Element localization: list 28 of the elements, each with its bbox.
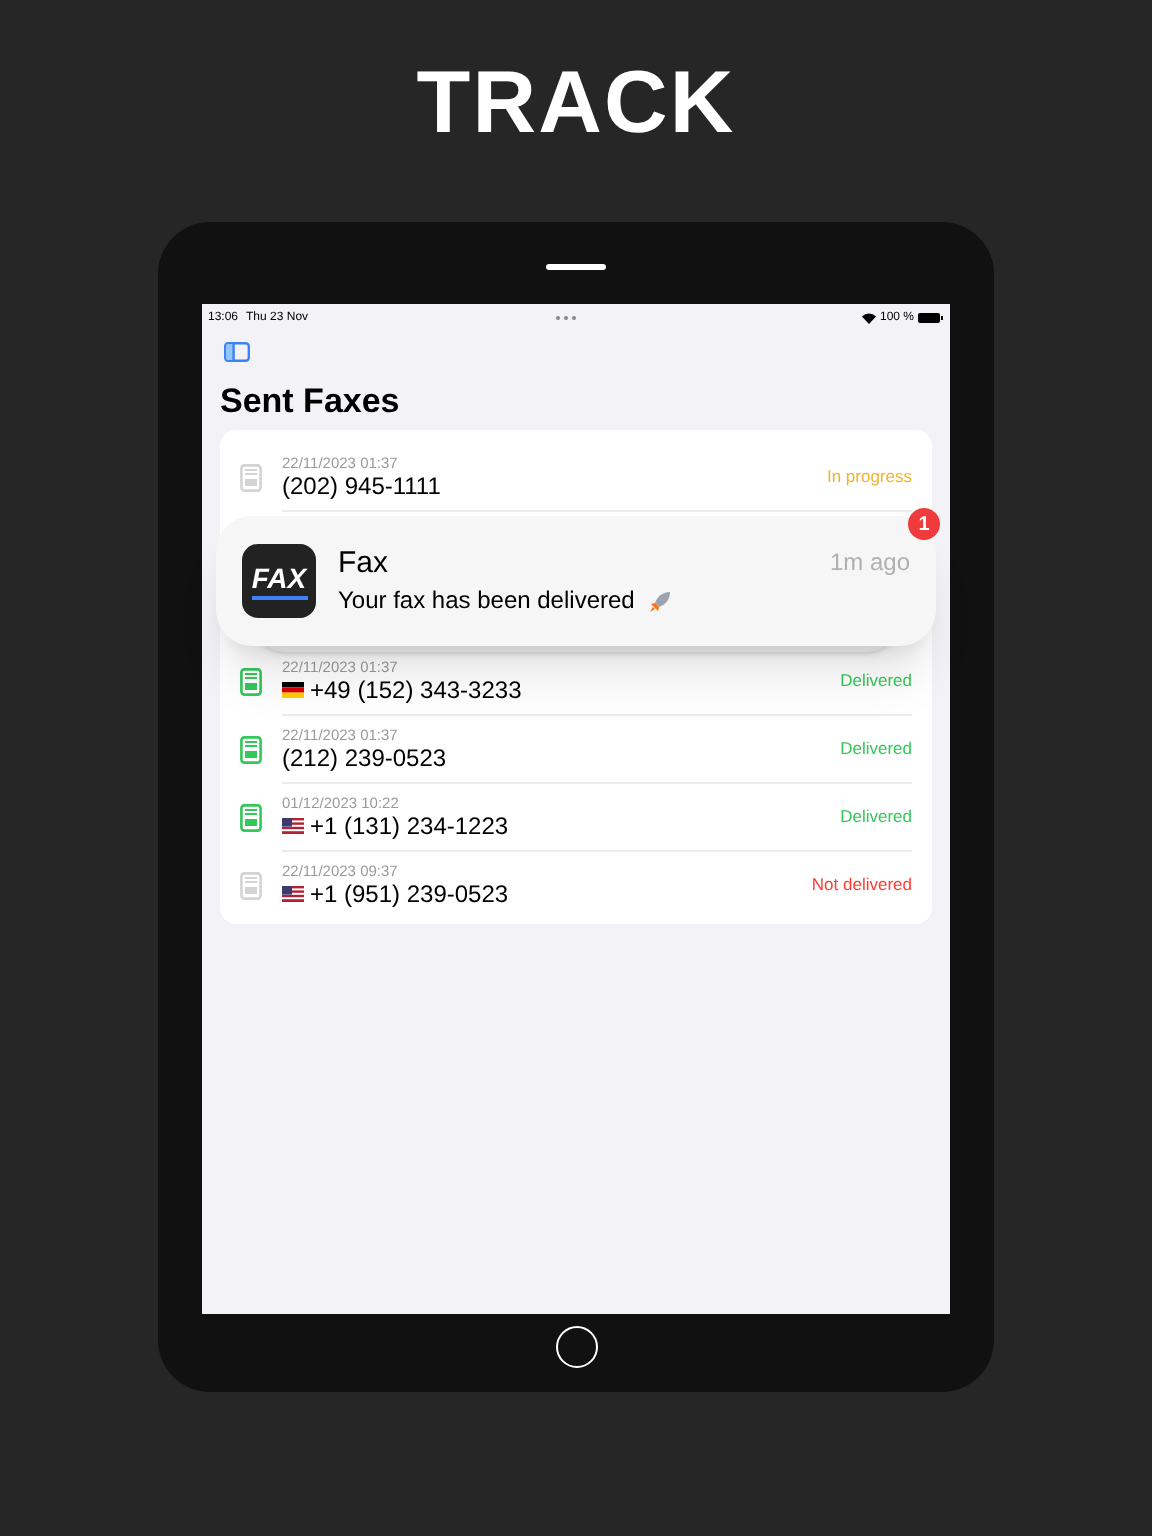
notification-badge: 1 (908, 508, 940, 540)
home-button[interactable] (555, 1326, 597, 1368)
fax-number: +1 (131) 234-1223 (310, 811, 509, 841)
fax-status: Delivered (840, 804, 912, 830)
battery-icon (918, 312, 944, 324)
wifi-icon (861, 312, 876, 324)
fax-status: Not delivered (811, 872, 912, 898)
notification-time: 1m ago (829, 546, 910, 580)
fax-document-icon (240, 464, 262, 492)
fax-status: Delivered (840, 668, 912, 694)
fax-number: (212) 239-0523 (282, 743, 447, 773)
fax-number: (202) 945-1111 (282, 471, 441, 501)
fax-document-icon (240, 872, 262, 900)
fax-number: +1 (951) 239-0523 (310, 879, 509, 909)
fax-status: In progress (826, 464, 912, 490)
fax-document-icon (240, 736, 262, 764)
sidebar-toggle-icon[interactable] (224, 342, 250, 362)
page-title: Sent Faxes (220, 382, 402, 422)
notification-app-name: Fax (338, 546, 391, 582)
notification-message: Your fax has been delivered (338, 586, 635, 616)
headline: TRACK (416, 56, 736, 152)
fax-document-icon (240, 668, 262, 696)
fax-status: Delivered (840, 736, 912, 762)
rocket-icon (648, 589, 673, 613)
app-icon-label: FAX (251, 563, 307, 591)
fax-number: +49 (152) 343-3233 (310, 675, 522, 705)
fax-document-icon (240, 804, 262, 832)
speaker-bar (546, 264, 606, 270)
